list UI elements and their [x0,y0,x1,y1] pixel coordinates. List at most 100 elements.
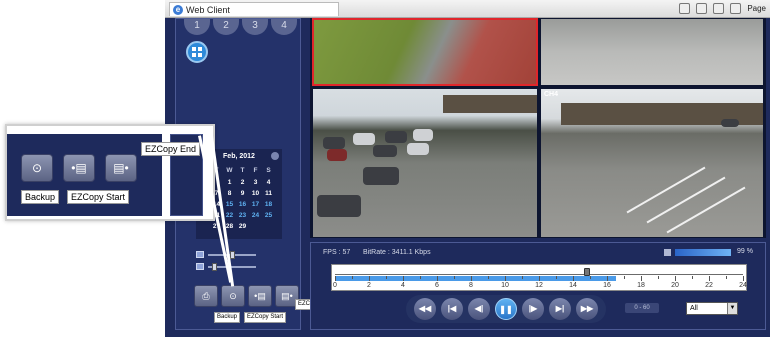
calendar-day[interactable]: 23 [237,212,248,219]
step-back-button[interactable]: ◀| [468,298,490,320]
quad-view-button[interactable] [186,41,208,63]
volume-bar[interactable] [675,249,731,256]
browser-tab[interactable]: e Web Client [169,2,339,16]
calendar-day[interactable]: 17 [250,201,261,208]
timeline-tick [641,276,642,281]
rewind-button[interactable]: ◀◀ [414,298,436,320]
timeline-tick-label: 18 [637,282,645,289]
car-image [721,119,739,127]
camera-view-4[interactable]: CH4 [540,88,764,238]
car-image [323,137,345,149]
calendar-day[interactable]: 9 [237,190,248,197]
timeline-tick [386,276,387,279]
bitrate-readout: BitRate : 3411.1 Kbps [363,249,431,256]
zoom-backup-label: Backup [21,190,60,204]
timeline-tick [420,276,421,279]
channel-button-1[interactable]: 1 [184,19,210,35]
snapshot-button[interactable]: ⎙ [194,285,218,307]
print-icon[interactable] [730,3,742,14]
pause-button[interactable]: ❚❚ [495,298,517,320]
calendar-day[interactable]: 10 [250,190,261,197]
parking-line [646,176,726,224]
zoom-ezcopy-end-label: EZCopy End [141,142,201,156]
timeline-tick [590,276,591,279]
fps-readout: FPS : 57 [323,249,351,256]
browser-icon: e [173,4,183,15]
calendar-day[interactable]: 3 [250,179,261,186]
camera-view-1[interactable] [312,18,538,86]
calendar-day[interactable]: 4 [263,179,274,186]
browser-toolbar: Page [679,3,766,14]
timeline-tick-label: 0 [333,282,337,289]
timeline-tick-label: 8 [469,282,473,289]
timeline-tick-label: 6 [435,282,439,289]
calendar-day[interactable]: 15 [224,201,235,208]
volume-icon[interactable] [664,249,671,256]
timeline-tick-label: 14 [569,282,577,289]
building-image [443,95,537,113]
ezcopy-start-button[interactable]: •▤ [248,285,272,307]
timeline-cursor[interactable] [583,268,590,276]
car-image [363,167,399,185]
timeline-tick [692,276,693,279]
home-icon[interactable] [679,3,691,14]
calendar-next-icon[interactable] [271,152,279,160]
calendar-day[interactable]: 24 [250,212,261,219]
calendar-day[interactable]: 22 [224,212,235,219]
speed-button[interactable]: 0 - 60 [625,303,659,313]
camera-view-3[interactable] [312,88,538,238]
camera-view-2[interactable] [540,18,764,86]
timeline-tick-label: 16 [603,282,611,289]
brightness-thumb[interactable] [230,251,235,259]
page-menu[interactable]: Page [747,4,766,13]
timeline-tick [675,276,676,281]
parking-line [626,166,706,214]
car-image [353,133,375,145]
skip-start-button[interactable]: |◀ [441,298,463,320]
filter-select[interactable]: All ▼ [686,302,738,315]
chevron-down-icon[interactable]: ▼ [727,303,737,314]
parking-line [666,186,746,234]
timeline-tick [539,276,540,281]
timeline[interactable]: 0 2 4 6 8 10 12 14 16 18 20 22 24 [331,264,747,291]
timeline-tick [743,276,744,281]
backup-label: Backup [214,312,241,323]
zoom-ezcopy-end-button[interactable]: ▤• [105,154,137,182]
timeline-tick [335,276,336,281]
calendar-day[interactable]: 1 [224,179,235,186]
volume-percent: 99 % [737,248,753,255]
calendar-day[interactable]: 18 [263,201,274,208]
feeds-icon[interactable] [696,3,708,14]
channel-button-3[interactable]: 3 [242,19,268,35]
calendar-weekday: S [266,167,271,174]
calendar-day[interactable]: 11 [263,190,274,197]
timeline-tick-label: 12 [535,282,543,289]
browser-titlebar: e Web Client Page [165,0,770,18]
calendar-day[interactable]: 2 [237,179,248,186]
fast-forward-button[interactable]: ▶▶ [576,298,598,320]
skip-end-button[interactable]: ▶| [549,298,571,320]
step-forward-button[interactable]: |▶ [522,298,544,320]
zoom-ezcopy-start-label: EZCopy Start [67,190,130,204]
timeline-tick [488,276,489,279]
calendar-weekday: T [240,167,245,174]
calendar-day[interactable]: 25 [263,212,274,219]
channel-button-4[interactable]: 4 [271,19,297,35]
channel-button-2[interactable]: 2 [213,19,239,35]
calendar-day[interactable]: 8 [224,190,235,197]
video-grid: CH4 [310,18,766,238]
zoom-ezcopy-start-button[interactable]: •▤ [63,154,95,182]
contrast-thumb[interactable] [212,263,217,271]
camera-label-4: CH4 [544,91,559,98]
ezcopy-start-label: EZCopy Start [244,312,287,323]
zoom-backup-button[interactable]: ⊙ [21,154,53,182]
mail-icon[interactable] [713,3,725,14]
brightness-icon [196,251,204,258]
timeline-tick-label: 24 [739,282,747,289]
calendar-day[interactable]: 29 [237,223,248,230]
backup-button[interactable]: ⊙ [221,285,245,307]
timeline-tick [624,276,625,279]
filter-value: All [690,305,698,312]
speed-label: 0 - 60 [634,305,650,311]
calendar-day[interactable]: 16 [237,201,248,208]
